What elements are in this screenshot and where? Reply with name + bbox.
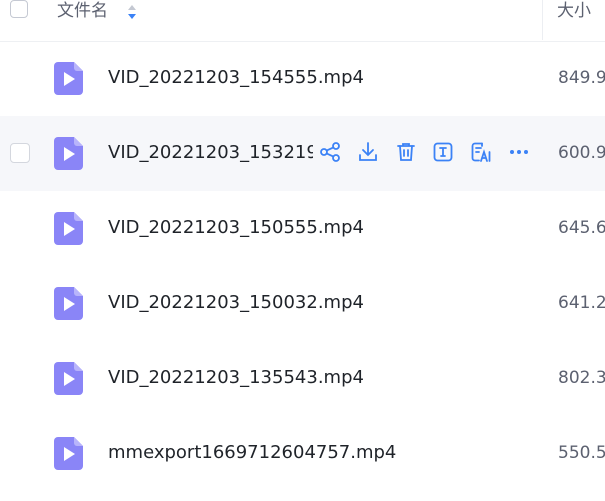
column-divider[interactable] (542, 0, 543, 40)
video-file-icon (54, 437, 83, 470)
file-row[interactable]: VID_20221203_150555.mp4 645.6 (0, 191, 605, 266)
file-name[interactable]: mmexport1669712604757.mp4 (108, 441, 396, 465)
delete-icon[interactable] (394, 140, 418, 164)
file-row[interactable]: mmexport1669712604757.mp4 550.5 (0, 416, 605, 491)
file-name[interactable]: VID_20221203_154555.mp4 (108, 66, 364, 90)
row-checkbox[interactable] (10, 143, 30, 163)
file-name[interactable]: VID_20221203_135543.mp4 (108, 366, 364, 390)
file-row[interactable]: VID_20221203_135543.mp4 802.3 (0, 341, 605, 416)
video-file-icon (54, 62, 83, 95)
file-size: 849.9 (558, 68, 605, 88)
rename-icon[interactable] (431, 140, 455, 164)
video-file-icon (54, 212, 83, 245)
file-name[interactable]: VID_20221203_153219.mp4 (108, 141, 313, 165)
column-header-name[interactable]: 文件名 (57, 0, 108, 22)
video-file-icon (54, 362, 83, 395)
file-size: 600.9 (558, 143, 605, 163)
sort-icon[interactable] (126, 3, 138, 21)
share-icon[interactable] (318, 140, 342, 164)
download-icon[interactable] (356, 140, 380, 164)
more-icon[interactable] (507, 140, 531, 164)
file-size: 550.5 (558, 443, 605, 463)
video-file-icon (54, 287, 83, 320)
file-list-header: 文件名 大小 (0, 0, 605, 42)
file-size: 645.6 (558, 218, 605, 238)
file-name[interactable]: VID_20221203_150555.mp4 (108, 216, 364, 240)
ai-summary-icon[interactable] (469, 140, 493, 164)
select-all-checkbox[interactable] (10, 0, 28, 18)
file-size: 802.3 (558, 368, 605, 388)
file-size: 641.2 (558, 293, 605, 313)
file-row[interactable]: VID_20221203_153219.mp4 (0, 116, 605, 191)
column-header-size[interactable]: 大小 (557, 0, 591, 22)
file-row[interactable]: VID_20221203_150032.mp4 641.2 (0, 266, 605, 341)
file-name[interactable]: VID_20221203_150032.mp4 (108, 291, 364, 315)
video-file-icon (54, 137, 83, 170)
file-row[interactable]: VID_20221203_154555.mp4 849.9 (0, 41, 605, 116)
